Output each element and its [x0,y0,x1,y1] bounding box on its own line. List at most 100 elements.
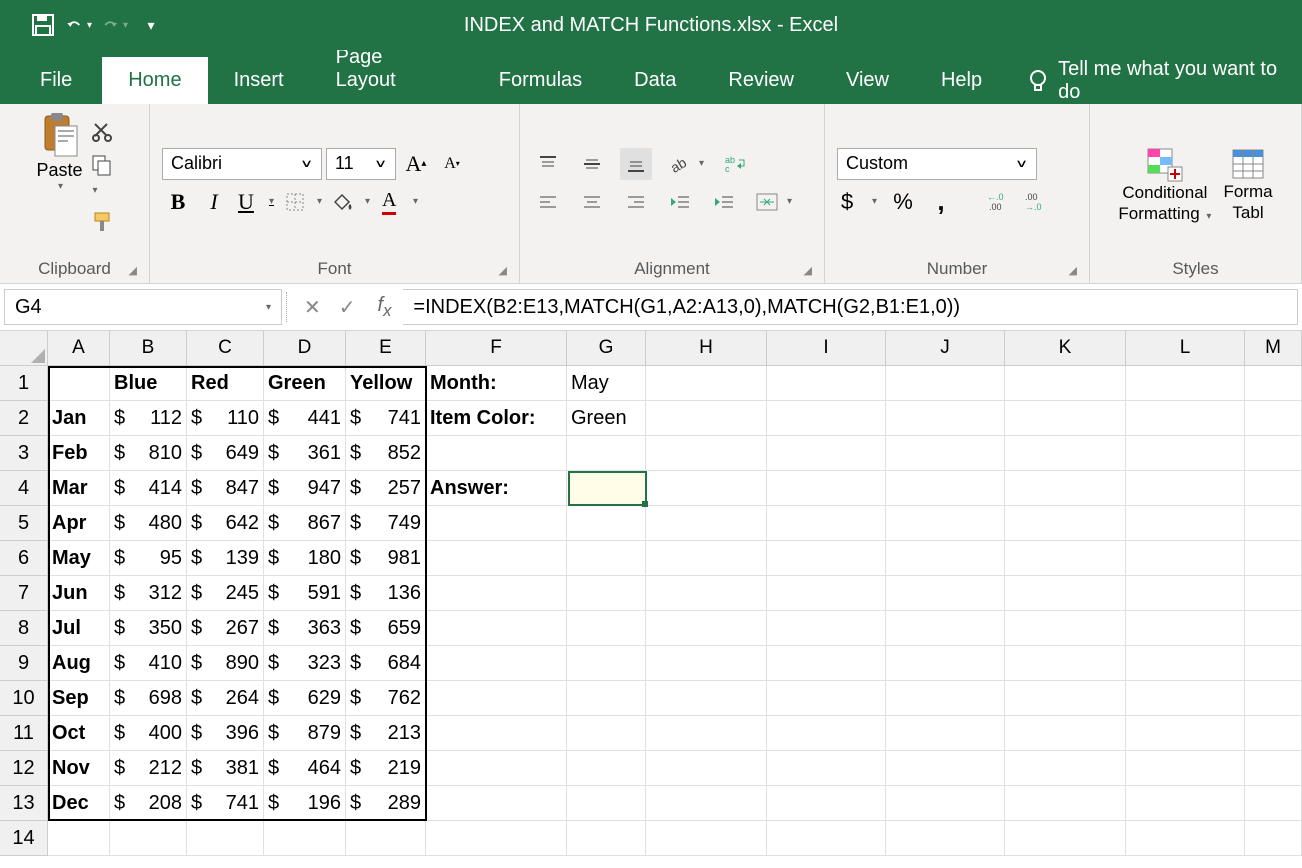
col-header-H[interactable]: H [646,331,767,366]
cell[interactable] [646,751,767,786]
cell[interactable]: $642 [187,506,264,541]
cell[interactable] [646,576,767,611]
align-center-icon[interactable] [576,186,608,218]
cell[interactable]: $ 659 [346,611,426,646]
increase-decimal-icon[interactable]: ←.0.00 [983,186,1015,218]
cell[interactable] [886,506,1005,541]
fill-color-button[interactable]: ▾ [330,186,374,218]
cell[interactable]: Jul [48,611,110,646]
cell[interactable] [646,471,767,506]
cell[interactable] [1126,576,1245,611]
cell[interactable]: Dec [48,786,110,821]
cell[interactable] [1245,646,1302,681]
cell[interactable] [1245,681,1302,716]
increase-font-icon[interactable]: A▴ [400,148,432,180]
increase-indent-icon[interactable] [708,186,740,218]
cell[interactable]: $110 [187,401,264,436]
cell[interactable] [1126,401,1245,436]
cell[interactable]: Month: [426,366,567,401]
cell[interactable]: $441 [264,401,346,436]
cell[interactable] [426,646,567,681]
cell[interactable] [567,716,646,751]
tab-formulas[interactable]: Formulas [473,57,608,104]
cell[interactable] [1245,716,1302,751]
row-header-10[interactable]: 10 [0,681,48,716]
cell[interactable]: $ 981 [346,541,426,576]
comma-format-button[interactable]: , [925,186,957,218]
cell[interactable] [767,436,886,471]
cell[interactable] [567,646,646,681]
number-format-selector[interactable]: Custom∨ [837,148,1037,180]
row-header-14[interactable]: 14 [0,821,48,856]
wrap-text-icon[interactable]: abc [720,148,752,180]
cell[interactable] [1245,436,1302,471]
font-color-button[interactable]: A▾ [378,186,422,218]
cell[interactable] [1005,786,1126,821]
underline-button[interactable]: U▾ [234,186,278,218]
decrease-decimal-icon[interactable]: .00→.0 [1021,186,1053,218]
col-header-I[interactable]: I [767,331,886,366]
cell[interactable] [426,611,567,646]
cell[interactable] [1126,506,1245,541]
cell[interactable] [426,751,567,786]
cell[interactable]: $ 180 [567,471,646,506]
cell[interactable] [264,821,346,856]
align-bottom-icon[interactable] [620,148,652,180]
cell[interactable] [646,436,767,471]
cell[interactable] [646,646,767,681]
cell[interactable] [767,506,886,541]
cell[interactable] [48,366,110,401]
name-box[interactable]: G4▾ [4,289,282,325]
cell[interactable]: $139 [187,541,264,576]
cell[interactable] [1245,506,1302,541]
row-header-4[interactable]: 4 [0,471,48,506]
cell[interactable] [886,751,1005,786]
row-header-12[interactable]: 12 [0,751,48,786]
align-middle-icon[interactable] [576,148,608,180]
cell[interactable] [1005,716,1126,751]
cancel-icon[interactable]: ✕ [304,295,321,320]
cell[interactable] [1126,716,1245,751]
undo-icon[interactable]: ▾ [66,12,92,38]
row-header-13[interactable]: 13 [0,786,48,821]
cell[interactable]: $396 [187,716,264,751]
cell[interactable] [1005,751,1126,786]
cell[interactable] [767,611,886,646]
select-all-button[interactable] [0,331,48,366]
tab-view[interactable]: View [820,57,915,104]
row-header-9[interactable]: 9 [0,646,48,681]
row-header-2[interactable]: 2 [0,401,48,436]
cell[interactable] [48,821,110,856]
cell[interactable] [646,506,767,541]
decrease-font-icon[interactable]: A▾ [436,148,468,180]
cell[interactable] [1245,786,1302,821]
cell[interactable] [767,751,886,786]
cell[interactable] [646,821,767,856]
cell[interactable]: $867 [264,506,346,541]
conditional-formatting-button[interactable]: Conditional Formatting ▾ [1118,147,1211,224]
cell[interactable]: Oct [48,716,110,751]
cell[interactable] [1245,576,1302,611]
cell[interactable]: Nov [48,751,110,786]
cell[interactable]: $ 219 [346,751,426,786]
cell[interactable]: $312 [110,576,187,611]
cell[interactable] [886,646,1005,681]
cell[interactable]: $264 [187,681,264,716]
font-size-selector[interactable]: 11∨ [326,148,396,180]
cell[interactable]: Mar [48,471,110,506]
cell[interactable] [1245,471,1302,506]
cell[interactable] [567,751,646,786]
align-left-icon[interactable] [532,186,564,218]
cell[interactable] [1245,541,1302,576]
cell[interactable]: Feb [48,436,110,471]
cell[interactable] [767,401,886,436]
bold-button[interactable]: B [162,186,194,218]
cell[interactable]: $ 257 [346,471,426,506]
cell[interactable] [886,541,1005,576]
cell[interactable] [1126,821,1245,856]
align-top-icon[interactable] [532,148,564,180]
cell[interactable]: $323 [264,646,346,681]
cell[interactable] [1005,611,1126,646]
cell[interactable] [1126,646,1245,681]
cell[interactable] [567,436,646,471]
